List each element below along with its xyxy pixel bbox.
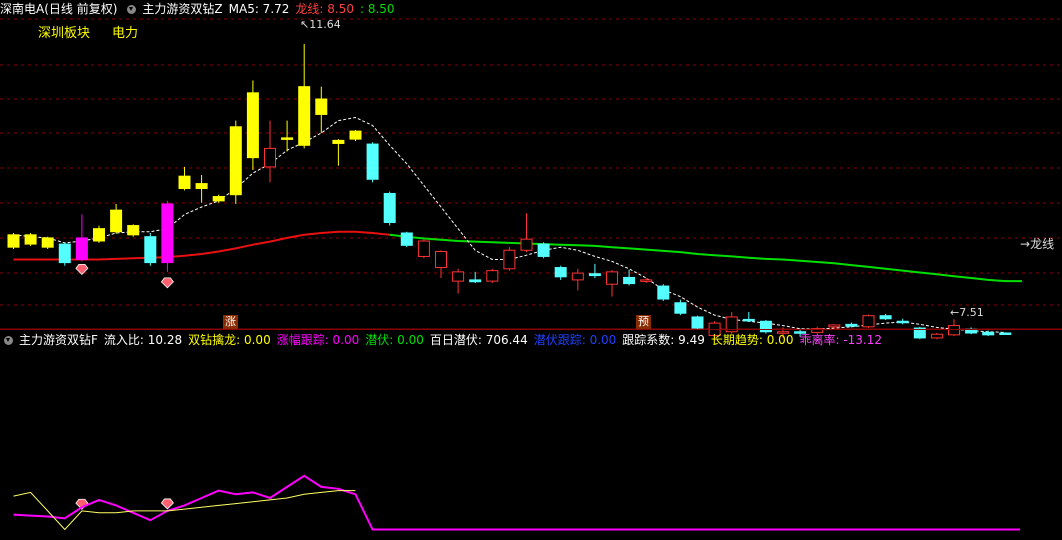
candle-body [862, 315, 875, 328]
main-header: 深南电A(日线 前复权) 主力游资双钻Z MA5: 7.72 龙线: 8.50 … [0, 0, 395, 18]
candle-body [554, 267, 567, 278]
candle-body [349, 130, 362, 140]
track-coefficient: 跟踪系数: 9.49 [622, 333, 705, 347]
candle-body [7, 234, 20, 248]
double-drill: 双钻擒龙: 0.00 [188, 333, 271, 347]
candle-body [537, 243, 550, 257]
candle-body [896, 320, 909, 324]
candle-body [828, 324, 841, 328]
deviation-rate: 乖离率: -13.12 [799, 333, 882, 347]
candle-body [452, 271, 465, 282]
candle-body [93, 228, 105, 242]
rise-track: 涨幅跟踪: 0.00 [276, 333, 360, 347]
dropdown-icon[interactable] [4, 335, 13, 345]
candle-body [469, 279, 482, 283]
candle-body [315, 98, 328, 115]
candle-body [41, 237, 54, 248]
candle-body [571, 272, 584, 281]
candle-body [144, 236, 157, 264]
candle-body [127, 225, 140, 236]
lurk: 潜伏: 0.00 [365, 333, 424, 347]
candle-body [691, 316, 704, 329]
dragon-line-text: 龙线 [1030, 237, 1055, 251]
candle-body [75, 237, 88, 261]
candle-body [178, 175, 191, 190]
pane-separator[interactable] [0, 329, 1062, 330]
diamond-signal-icon [160, 277, 174, 289]
low-annotation: ←7.51 [950, 306, 984, 319]
dragon-arrow-icon: → [1020, 237, 1031, 251]
candle-body [332, 139, 345, 144]
candle-body [110, 209, 123, 233]
candle-body [417, 240, 430, 257]
high-value: 11.64 [309, 18, 341, 31]
low-arrow-icon: ← [950, 306, 960, 319]
dragon-line-label: →龙线 [1020, 235, 1054, 252]
zhang-marker[interactable]: 涨 [223, 315, 238, 329]
dragon-value: 龙线: 8.50 [295, 2, 354, 16]
sub-indicator-name[interactable]: 主力游资双钻F [19, 331, 98, 349]
candle-body [520, 238, 533, 251]
lurk-track: 潜伏跟踪: 0.00 [533, 333, 617, 347]
candle-body [195, 183, 208, 190]
concept-tag[interactable]: 电力 [112, 22, 138, 41]
candle-body [161, 203, 174, 264]
candle-body [623, 276, 636, 285]
candle-body [298, 86, 311, 146]
candle-body [982, 331, 995, 336]
candle-body [999, 332, 1012, 335]
sector-tag[interactable]: 深圳板块 [38, 22, 90, 41]
candle-body [435, 250, 447, 269]
candle-body [606, 271, 618, 285]
candle-body [503, 249, 516, 270]
candle-body [212, 196, 225, 202]
candle-body [948, 325, 960, 336]
candle-body [879, 315, 892, 320]
sub-yellow-line [13, 490, 356, 531]
diamond-sub-icon [160, 498, 174, 510]
flow-ratio: 流入比: 10.28 [103, 333, 183, 347]
ma5-value: MA5: 7.72 [228, 2, 290, 16]
diamond-signals [75, 263, 174, 510]
low-value: 7.51 [959, 306, 984, 319]
candle-body [674, 302, 687, 314]
sector-tags: 深圳板块 电力 [38, 22, 138, 41]
candle-body [24, 234, 37, 245]
candle-body [366, 143, 379, 180]
candle-body [281, 137, 294, 140]
indicator-name[interactable]: 主力游资双钻Z [142, 0, 222, 18]
candle-body [930, 333, 943, 339]
yu-marker[interactable]: 预 [636, 315, 651, 329]
high-arrow-icon: ↖ [300, 18, 310, 31]
dropdown-icon[interactable] [127, 4, 137, 14]
stock-chart[interactable] [0, 0, 1062, 540]
candle-body [742, 318, 755, 322]
long-trend: 长期趋势: 0.00 [710, 333, 794, 347]
candle-body [640, 279, 653, 282]
dragon-line-green [389, 233, 1022, 283]
sub-header: 主力游资双钻F 流入比: 10.28 双钻擒龙: 0.00 涨幅跟踪: 0.00… [0, 331, 882, 349]
candle-body [588, 273, 601, 277]
candle-body [486, 270, 499, 282]
candlesticks [7, 44, 1012, 340]
candle-body [246, 92, 259, 159]
candle-body [264, 147, 276, 168]
high-annotation: ↖11.64 [300, 18, 341, 31]
candle-body [845, 323, 858, 327]
dragon-value-green: : 8.50 [359, 2, 395, 16]
candle-body [58, 243, 71, 264]
grid-lines [0, 18, 1062, 330]
candle-body [229, 126, 242, 196]
stock-title[interactable]: 深南电A(日线 前复权) [0, 0, 117, 18]
candle-body [400, 232, 413, 246]
candle-body [657, 285, 670, 300]
candle-body [383, 192, 396, 223]
hundred-day-lurk: 百日潜伏: 706.44 [429, 333, 528, 347]
